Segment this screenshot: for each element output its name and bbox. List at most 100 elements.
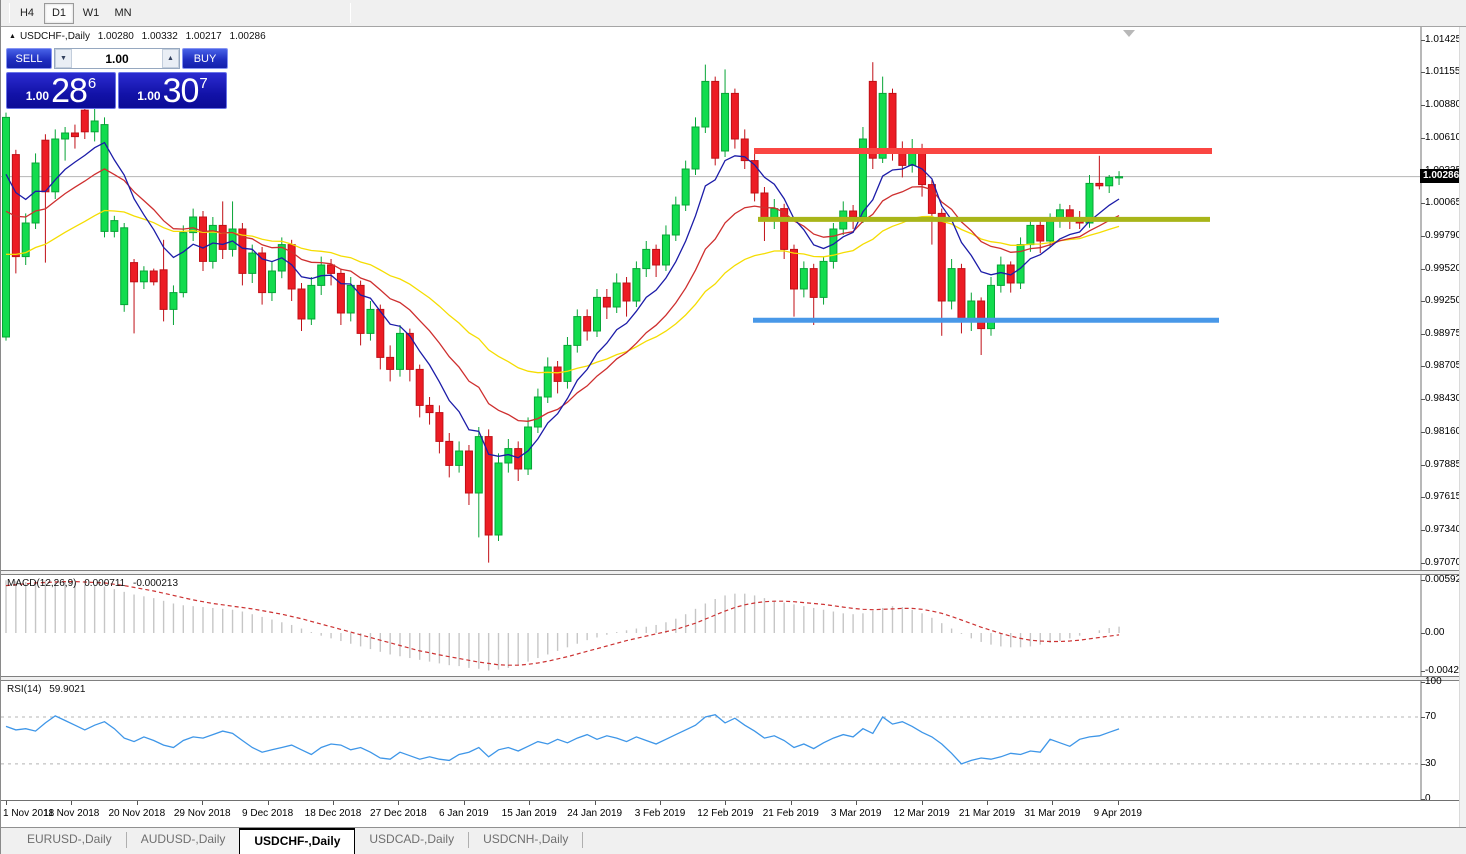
low-value: 1.00217 <box>186 31 222 42</box>
tab-usdcad-daily[interactable]: USDCAD-,Daily <box>355 828 468 852</box>
collapse-arrow-icon[interactable]: ▲ <box>9 33 16 40</box>
price-axis-label: 0.99520 <box>1425 263 1461 274</box>
candle <box>249 245 256 283</box>
candle <box>71 125 78 149</box>
buy-quote-panel[interactable]: 1.00 30 7 <box>118 72 227 109</box>
candle <box>791 245 798 317</box>
tab-audusd-daily[interactable]: AUDUSD-,Daily <box>127 828 240 852</box>
current-price-badge: 1.00286 <box>1420 169 1462 183</box>
candle <box>643 241 650 277</box>
sell-button[interactable]: SELL <box>6 48 52 69</box>
candle <box>613 273 620 313</box>
candle <box>111 216 118 238</box>
macd-signal-value: -0.000213 <box>133 578 178 589</box>
chart-tab-bar: EURUSD-,DailyAUDUSD-,DailyUSDCHF-,DailyU… <box>1 827 1466 854</box>
candle <box>515 441 522 481</box>
candle <box>1056 204 1063 228</box>
price-axis-label: 1.00610 <box>1425 132 1461 143</box>
tab-usdchf-daily[interactable]: USDCHF-,Daily <box>239 828 355 854</box>
tab-eurusd-daily[interactable]: EURUSD-,Daily <box>13 828 126 852</box>
date-axis-label: 27 Dec 2018 <box>370 808 427 819</box>
timeframe-button-mn[interactable]: MN <box>108 3 138 24</box>
candle <box>121 223 128 312</box>
candle <box>1116 171 1123 185</box>
sell-quote-panel[interactable]: 1.00 28 6 <box>6 72 116 109</box>
candle <box>131 259 138 333</box>
candle <box>623 277 630 317</box>
candle <box>397 325 404 377</box>
candle <box>672 197 679 241</box>
candle <box>702 65 709 133</box>
rsi-chart[interactable] <box>1 681 1466 800</box>
chart-autoscroll-marker[interactable] <box>1123 30 1135 37</box>
price-axis-tick <box>1421 40 1425 41</box>
tab-usdcnh-daily[interactable]: USDCNH-,Daily <box>469 828 582 852</box>
macd-chart[interactable] <box>1 575 1466 676</box>
candle <box>62 127 69 161</box>
date-axis-label: 15 Jan 2019 <box>502 808 557 819</box>
volume-decrease-button[interactable]: ▼ <box>55 49 72 68</box>
timeframe-button-d1[interactable]: D1 <box>44 3 74 24</box>
candle <box>594 289 601 337</box>
date-axis-label: 6 Jan 2019 <box>439 808 489 819</box>
rsi-axis-tick <box>1421 764 1425 765</box>
price-axis-label: 0.98430 <box>1425 393 1461 404</box>
sell-price-pip: 6 <box>88 75 96 92</box>
buy-button[interactable]: BUY <box>182 48 228 69</box>
candle <box>190 209 197 241</box>
macd-name: MACD(12,26,9) <box>7 578 76 589</box>
candle <box>465 445 472 505</box>
candle <box>948 259 955 309</box>
toolbar-divider <box>9 3 10 23</box>
right-scrollbar-strip[interactable] <box>1459 27 1466 827</box>
date-axis-label: 21 Mar 2019 <box>959 808 1015 819</box>
candle <box>91 109 98 141</box>
date-axis: 1 Nov 201811 Nov 201820 Nov 201829 Nov 2… <box>1 800 1466 827</box>
macd-axis-tick <box>1421 671 1425 672</box>
price-axis-label: 0.99790 <box>1425 230 1461 241</box>
rsi-axis-label: 30 <box>1425 758 1436 769</box>
symbol-header: ▲USDCHF-,Daily 1.00280 1.00332 1.00217 1… <box>9 31 271 42</box>
candle <box>3 113 10 341</box>
candle <box>308 277 315 325</box>
date-axis-tick <box>987 801 988 805</box>
price-axis-tick <box>1421 269 1425 270</box>
trading-platform-window: H4D1W1MN ▲USDCHF-,Daily 1.00280 1.00332 … <box>0 0 1466 854</box>
rsi-axis-label: 100 <box>1425 676 1442 687</box>
price-axis-tick <box>1421 497 1425 498</box>
candle <box>820 257 827 305</box>
macd-axis-tick <box>1421 580 1425 581</box>
date-axis-tick <box>464 801 465 805</box>
price-axis-label: 0.98705 <box>1425 360 1461 371</box>
price-axis-tick <box>1421 366 1425 367</box>
candle <box>554 361 561 393</box>
candle <box>810 264 817 325</box>
volume-input[interactable]: 1.00 <box>72 49 162 68</box>
macd-value: 0.000711 <box>84 578 125 589</box>
candle <box>682 161 689 211</box>
buy-price-main: 30 <box>163 74 199 108</box>
candle <box>603 289 610 319</box>
rsi-axis-label: 70 <box>1425 711 1436 722</box>
candle <box>456 441 463 472</box>
date-axis-tick <box>529 801 530 805</box>
timeframe-button-h4[interactable]: H4 <box>12 3 42 24</box>
candle <box>357 281 364 346</box>
rsi-value: 59.9021 <box>49 684 85 695</box>
candle <box>22 213 29 265</box>
candle <box>653 245 660 277</box>
date-axis-label: 9 Dec 2018 <box>242 808 293 819</box>
rsi-axis-tick <box>1421 717 1425 718</box>
candle <box>899 141 906 177</box>
date-axis-tick <box>268 801 269 805</box>
candle <box>574 309 581 352</box>
price-axis-label: 0.98160 <box>1425 426 1461 437</box>
candle <box>268 261 275 301</box>
candle <box>584 309 591 340</box>
date-axis-label: 11 Nov 2018 <box>43 808 99 819</box>
timeframe-button-w1[interactable]: W1 <box>76 3 106 24</box>
volume-increase-button[interactable]: ▲ <box>162 49 179 68</box>
candle <box>712 77 719 166</box>
candle <box>387 345 394 381</box>
candle <box>219 201 226 259</box>
